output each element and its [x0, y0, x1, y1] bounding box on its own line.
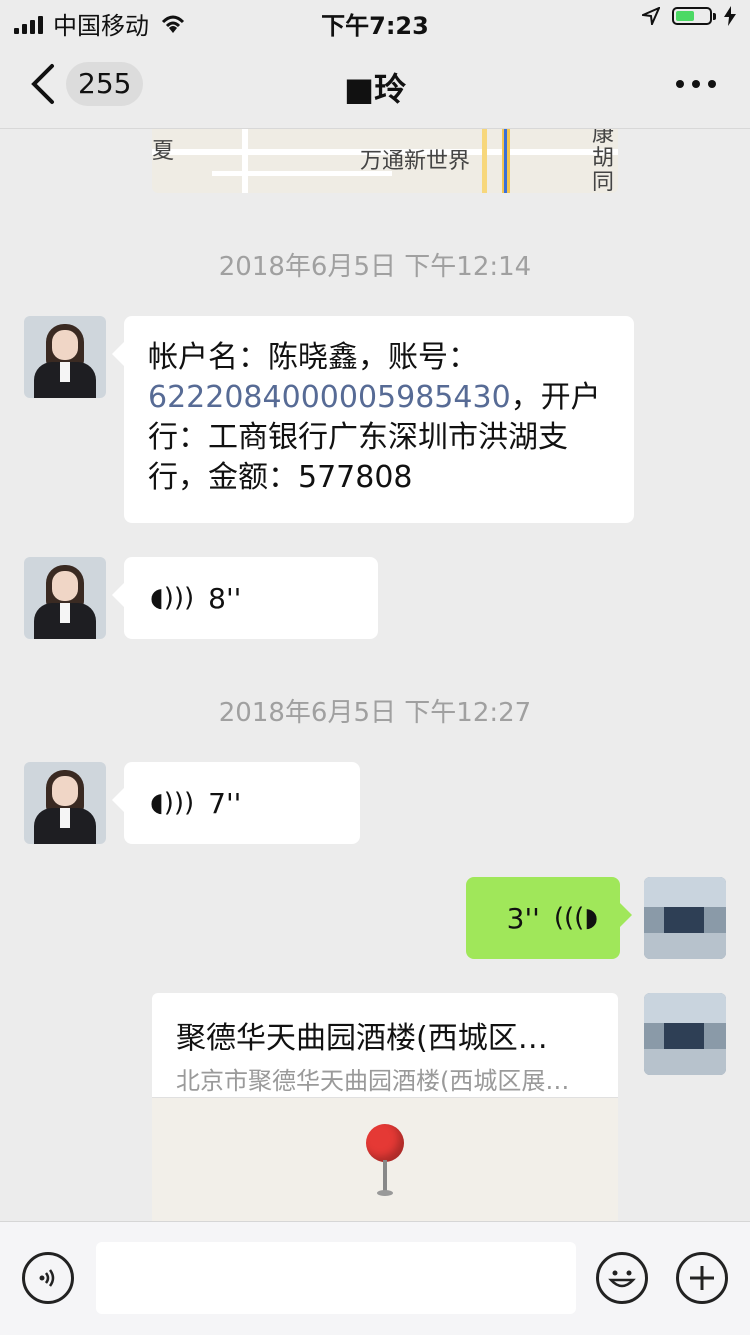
input-bar: [0, 1221, 750, 1335]
message-text-prefix: 帐户名：陈晓鑫，账号：: [148, 340, 478, 375]
nav-bar: 255 ■玲: [0, 40, 750, 129]
map-side-label-left: 夏: [152, 139, 175, 164]
message-input[interactable]: [96, 1242, 576, 1314]
my-voice-message-bubble[interactable]: 3'' (((◗: [466, 877, 632, 959]
avatar[interactable]: [24, 762, 106, 844]
more-options-icon[interactable]: [676, 80, 716, 88]
voice-duration: 7'': [208, 786, 242, 820]
voice-duration: 8'': [208, 581, 242, 615]
location-message-card[interactable]: 聚德华天曲园酒楼(西城区… 北京市聚德华天曲园酒楼(西城区展…: [152, 993, 618, 1221]
map-place-label: 万通新世界: [360, 149, 471, 174]
voice-message-bubble[interactable]: ◖))) 7'': [112, 762, 360, 844]
message-list[interactable]: 夏 万通新世界 康胡同 2018年6月5日 下午12:14 帐户名：陈晓鑫，账号…: [0, 129, 750, 1221]
text-message-bubble[interactable]: 帐户名：陈晓鑫，账号：6222084000005985430，开户行：工商银行广…: [112, 316, 634, 523]
message-text: 帐户名：陈晓鑫，账号：6222084000005985430，开户行：工商银行广…: [148, 338, 610, 498]
avatar[interactable]: [24, 557, 106, 639]
my-avatar[interactable]: [644, 877, 726, 959]
account-number-link[interactable]: 6222084000005985430: [148, 380, 511, 415]
chat-title: ■玲: [343, 70, 407, 108]
location-arrow-icon: [642, 7, 660, 25]
voice-wave-icon: ◖))): [150, 583, 195, 613]
location-name: 聚德华天曲园酒楼(西城区…: [176, 1021, 548, 1056]
voice-wave-icon: (((◗: [553, 903, 598, 933]
voice-message-bubble[interactable]: ◖))) 8'': [112, 557, 378, 639]
timestamp: 2018年6月5日 下午12:14: [218, 252, 532, 282]
location-map: [152, 1097, 618, 1221]
status-bar: 中国移动 下午7:23: [0, 0, 750, 40]
clock: 下午7:23: [321, 12, 429, 40]
location-address: 北京市聚德华天曲园酒楼(西城区展…: [176, 1067, 570, 1095]
avatar[interactable]: [24, 316, 106, 398]
location-map-preview[interactable]: 夏 万通新世界 康胡同: [152, 129, 618, 193]
charging-icon: [724, 6, 736, 26]
battery-icon: [672, 7, 716, 25]
voice-duration: 3'': [506, 901, 540, 935]
my-avatar[interactable]: [644, 993, 726, 1075]
voice-wave-icon: ◖))): [150, 788, 195, 818]
timestamp: 2018年6月5日 下午12:27: [218, 698, 532, 728]
voice-input-icon[interactable]: [22, 1252, 74, 1304]
map-pin-icon: [366, 1124, 404, 1162]
emoji-icon[interactable]: [596, 1252, 648, 1304]
plus-icon[interactable]: [676, 1252, 728, 1304]
map-side-label-right: 康胡同: [592, 129, 615, 193]
